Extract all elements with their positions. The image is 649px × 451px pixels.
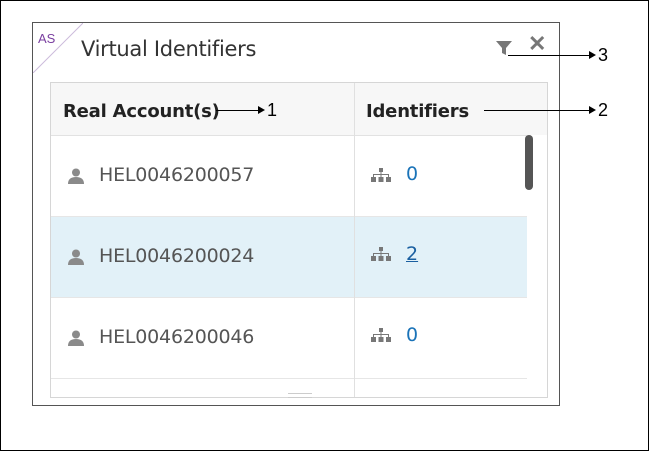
identifier-count[interactable]: 0: [406, 324, 418, 346]
account-number: HEL0046200057: [99, 164, 255, 186]
annotation-arrowhead-2: [589, 106, 596, 114]
column-header-real-accounts[interactable]: Real Account(s): [63, 101, 220, 122]
annotation-arrow-2: [484, 110, 591, 111]
annotation-label-2: 2: [598, 100, 609, 120]
person-icon: [68, 249, 84, 265]
annotation-arrowhead-1: [258, 106, 265, 114]
table-row[interactable]: HEL0046200057 0: [51, 136, 527, 217]
person-icon: [68, 330, 84, 346]
account-number: HEL0046200046: [99, 326, 255, 348]
widget-title: Virtual Identifiers: [81, 37, 257, 61]
annotation-arrow-1: [216, 110, 260, 111]
table-row[interactable]: HEL0046200046 0: [51, 298, 527, 379]
annotation-label-3: 3: [598, 45, 609, 65]
annotation-arrow-3: [508, 55, 591, 56]
hierarchy-icon: [371, 168, 391, 182]
hierarchy-icon: [371, 328, 391, 342]
identifier-count[interactable]: 0: [406, 163, 418, 185]
identifiers-grid: Real Account(s) Identifiers HEL004620005…: [50, 82, 548, 398]
person-icon: [68, 168, 84, 184]
account-number: HEL0046200024: [99, 245, 255, 267]
scrollbar-thumb[interactable]: [525, 135, 533, 190]
virtual-identifiers-widget: AS Virtual Identifiers ✕ Real Account(s)…: [32, 22, 560, 406]
annotation-arrowhead-3: [589, 51, 596, 59]
annotation-label-1: 1: [267, 100, 278, 120]
widget-tag: AS: [38, 31, 56, 46]
resize-grip[interactable]: [288, 393, 312, 398]
identifier-count-link[interactable]: 2: [406, 243, 418, 265]
column-divider: [354, 83, 355, 397]
grid-header: Real Account(s) Identifiers: [51, 83, 547, 136]
hierarchy-icon: [371, 247, 391, 261]
table-row-selected[interactable]: HEL0046200024 2: [51, 217, 527, 298]
column-header-identifiers[interactable]: Identifiers: [366, 101, 469, 122]
close-icon[interactable]: ✕: [528, 33, 546, 55]
